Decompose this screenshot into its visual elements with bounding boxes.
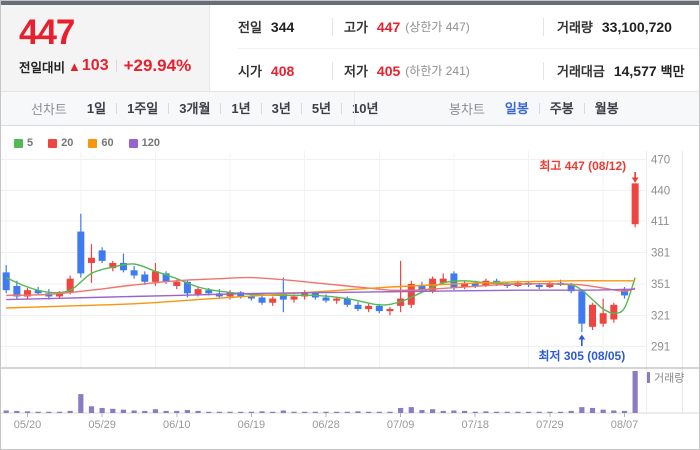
tab-1day[interactable]: 1일 [77,92,116,125]
ma-color-swatch-icon [48,138,58,148]
svg-text:06/10: 06/10 [163,419,191,431]
chart-period-tabbar: 선차트 1일 1주일 3개월 1년 3년 5년 10년 봉차트 일봉 주봉 월봉 [1,91,699,126]
stock-chart: 5 20 60 120 470 440 411 381 351 321 291 05/20 05/29… [1,127,700,450]
stat-low: 저가 405 (하한가 241) [332,61,543,80]
svg-text:291: 291 [651,342,670,354]
svg-text:07/29: 07/29 [536,419,564,431]
current-price-block: 447 전일대비 ▲ 103 +29.94% [1,5,210,91]
svg-text:381: 381 [651,247,670,259]
stat-high: 고가 447 (상한가 447) [332,17,543,36]
ma-legend-item: 120 [128,137,160,149]
ma-legend: 5 20 60 120 [14,137,160,149]
line-chart-tab-group: 선차트 1일 1주일 3개월 1년 3년 5년 10년 [1,92,388,125]
svg-text:거래량: 거래량 [654,372,684,385]
tab-3month[interactable]: 3개월 [169,92,220,125]
price-header: 447 전일대비 ▲ 103 +29.94% 전일 344 고가 447 (상한… [1,5,699,91]
change-value: 103 [81,57,109,74]
change-percent: +29.94% [123,56,192,75]
svg-text:470: 470 [651,154,670,166]
candle-chart-group-label: 봉차트 [449,102,485,117]
stat-prev-close: 전일 344 [238,18,295,36]
svg-text:351: 351 [651,279,670,291]
ma-legend-item: 20 [48,137,73,149]
ma-color-swatch-icon [14,138,23,148]
svg-text:06/19: 06/19 [238,419,266,431]
tab-3year[interactable]: 3년 [262,92,301,125]
svg-text:05/29: 05/29 [88,419,116,431]
candle-chart-tab-group: 봉차트 일봉 주봉 월봉 [449,92,629,125]
ma-legend-item: 60 [88,137,114,149]
tab-1week[interactable]: 1주일 [117,92,168,125]
stat-trade-amount: 거래대금 14,577 백만 [543,61,698,80]
line-chart-group-label: 선차트 [31,102,67,117]
svg-text:321: 321 [651,310,670,322]
stock-chart-page: 447 전일대비 ▲ 103 +29.94% 전일 344 고가 447 (상한… [0,0,700,450]
stats-row-2: 시가 408 저가 405 (하한가 241) 거래대금 14,577 백만 [238,49,698,92]
up-arrow-icon: ▲ [68,58,81,74]
tab-monthly[interactable]: 월봉 [585,92,629,125]
divider [115,60,117,72]
ma-legend-item: 5 [14,137,33,149]
price-change-row: 전일대비 ▲ 103 +29.94% [19,56,209,76]
tab-1year[interactable]: 1년 [221,92,260,125]
tab-weekly[interactable]: 주봉 [540,92,584,125]
ma-color-swatch-icon [128,138,138,148]
tab-5year[interactable]: 5년 [302,92,341,125]
stats-table: 전일 344 고가 447 (상한가 447) 거래량 33,100,720 시… [210,5,698,91]
svg-text:08/07: 08/07 [611,419,639,431]
stock-chart-canvas[interactable]: 470 440 411 381 351 321 291 05/20 05/29 06/10 06/1… [1,127,700,450]
svg-text:411: 411 [651,216,669,228]
stat-volume: 거래량 33,100,720 [543,17,698,36]
svg-text:07/09: 07/09 [387,419,415,431]
tab-10year[interactable]: 10년 [342,92,388,125]
svg-text:440: 440 [651,186,670,198]
divider [354,92,355,125]
tab-daily[interactable]: 일봉 [495,92,539,125]
stats-row-1: 전일 344 고가 447 (상한가 447) 거래량 33,100,720 [238,5,698,49]
svg-text:최저 305 (08/05): 최저 305 (08/05) [538,348,625,363]
svg-text:05/20: 05/20 [14,419,42,431]
svg-text:06/28: 06/28 [312,419,340,431]
change-label: 전일대비 [19,60,66,75]
stat-open: 시가 408 [238,62,295,80]
svg-text:07/18: 07/18 [461,419,489,431]
current-price: 447 [19,13,75,52]
ma-color-swatch-icon [88,138,98,148]
svg-text:최고 447 (08/12): 최고 447 (08/12) [539,158,626,173]
